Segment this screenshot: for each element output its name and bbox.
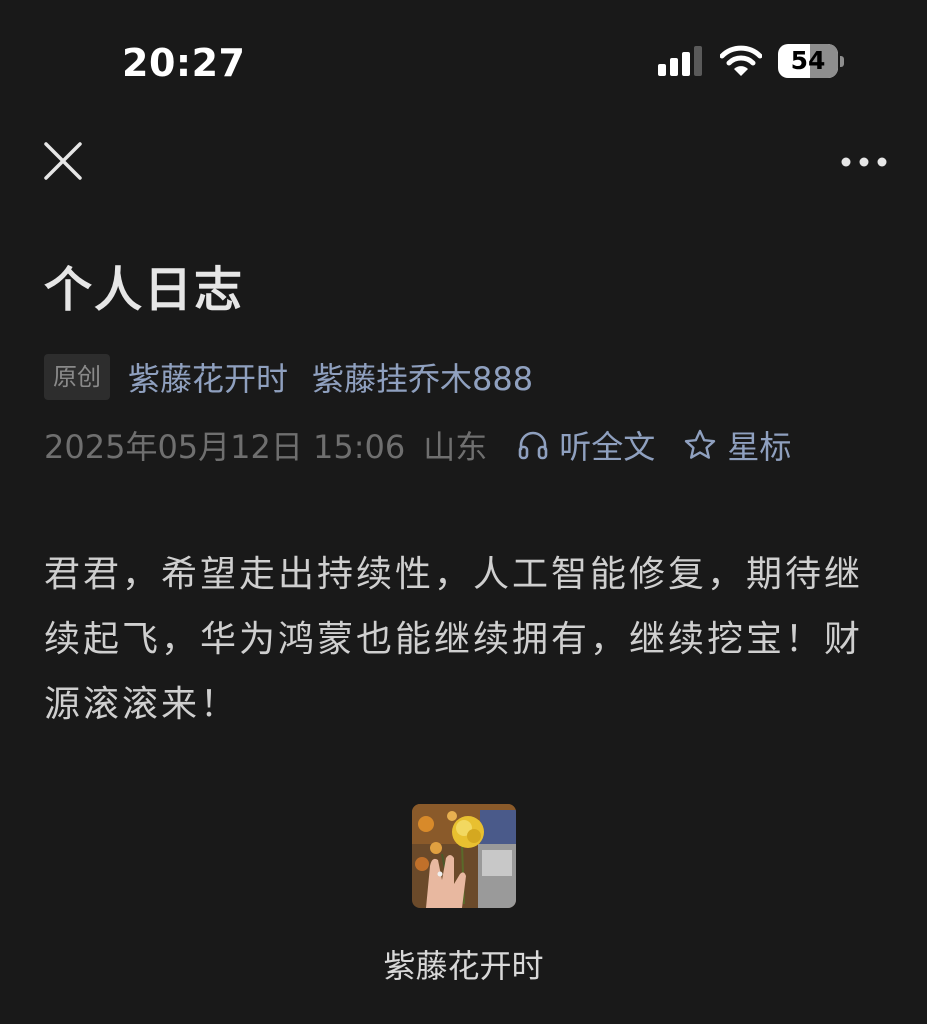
more-horizontal-icon [841, 157, 887, 167]
star-label: 星标 [727, 428, 792, 466]
cellular-signal-icon [658, 46, 704, 76]
article-body: 君君，希望走出持续性，人工智能修复，期待继续起飞，华为鸿蒙也能继续拥有，继续挖宝… [44, 554, 864, 725]
battery-level: 54 [790, 46, 826, 75]
publish-date: 2025年05月12日 15:06 [44, 428, 406, 466]
close-button[interactable] [38, 136, 88, 186]
star-icon [685, 429, 716, 459]
article-meta: 原创 紫藤花开时 紫藤挂乔木888 [44, 354, 557, 400]
account-name-link[interactable]: 紫藤花开时 [128, 354, 288, 400]
author-avatar[interactable] [412, 804, 516, 908]
star-button[interactable]: 星标 [683, 422, 791, 468]
listen-button[interactable]: 听全文 [517, 422, 655, 468]
wifi-icon [719, 44, 763, 78]
article-title: 个人日志 [44, 262, 245, 318]
original-badge: 原创 [44, 354, 110, 400]
article-info: 2025年05月12日 15:06 山东 听全文 星标 [44, 422, 791, 468]
listen-label: 听全文 [559, 428, 656, 466]
status-time: 20:27 [122, 41, 246, 85]
author-name-link[interactable]: 紫藤挂乔木888 [312, 354, 533, 400]
author-card-name: 紫藤花开时 [383, 947, 544, 985]
more-options-button[interactable] [836, 142, 892, 182]
battery-icon: 54 [778, 44, 846, 80]
publish-region: 山东 [423, 428, 488, 466]
close-icon [44, 142, 82, 180]
headphones-icon [518, 431, 548, 460]
